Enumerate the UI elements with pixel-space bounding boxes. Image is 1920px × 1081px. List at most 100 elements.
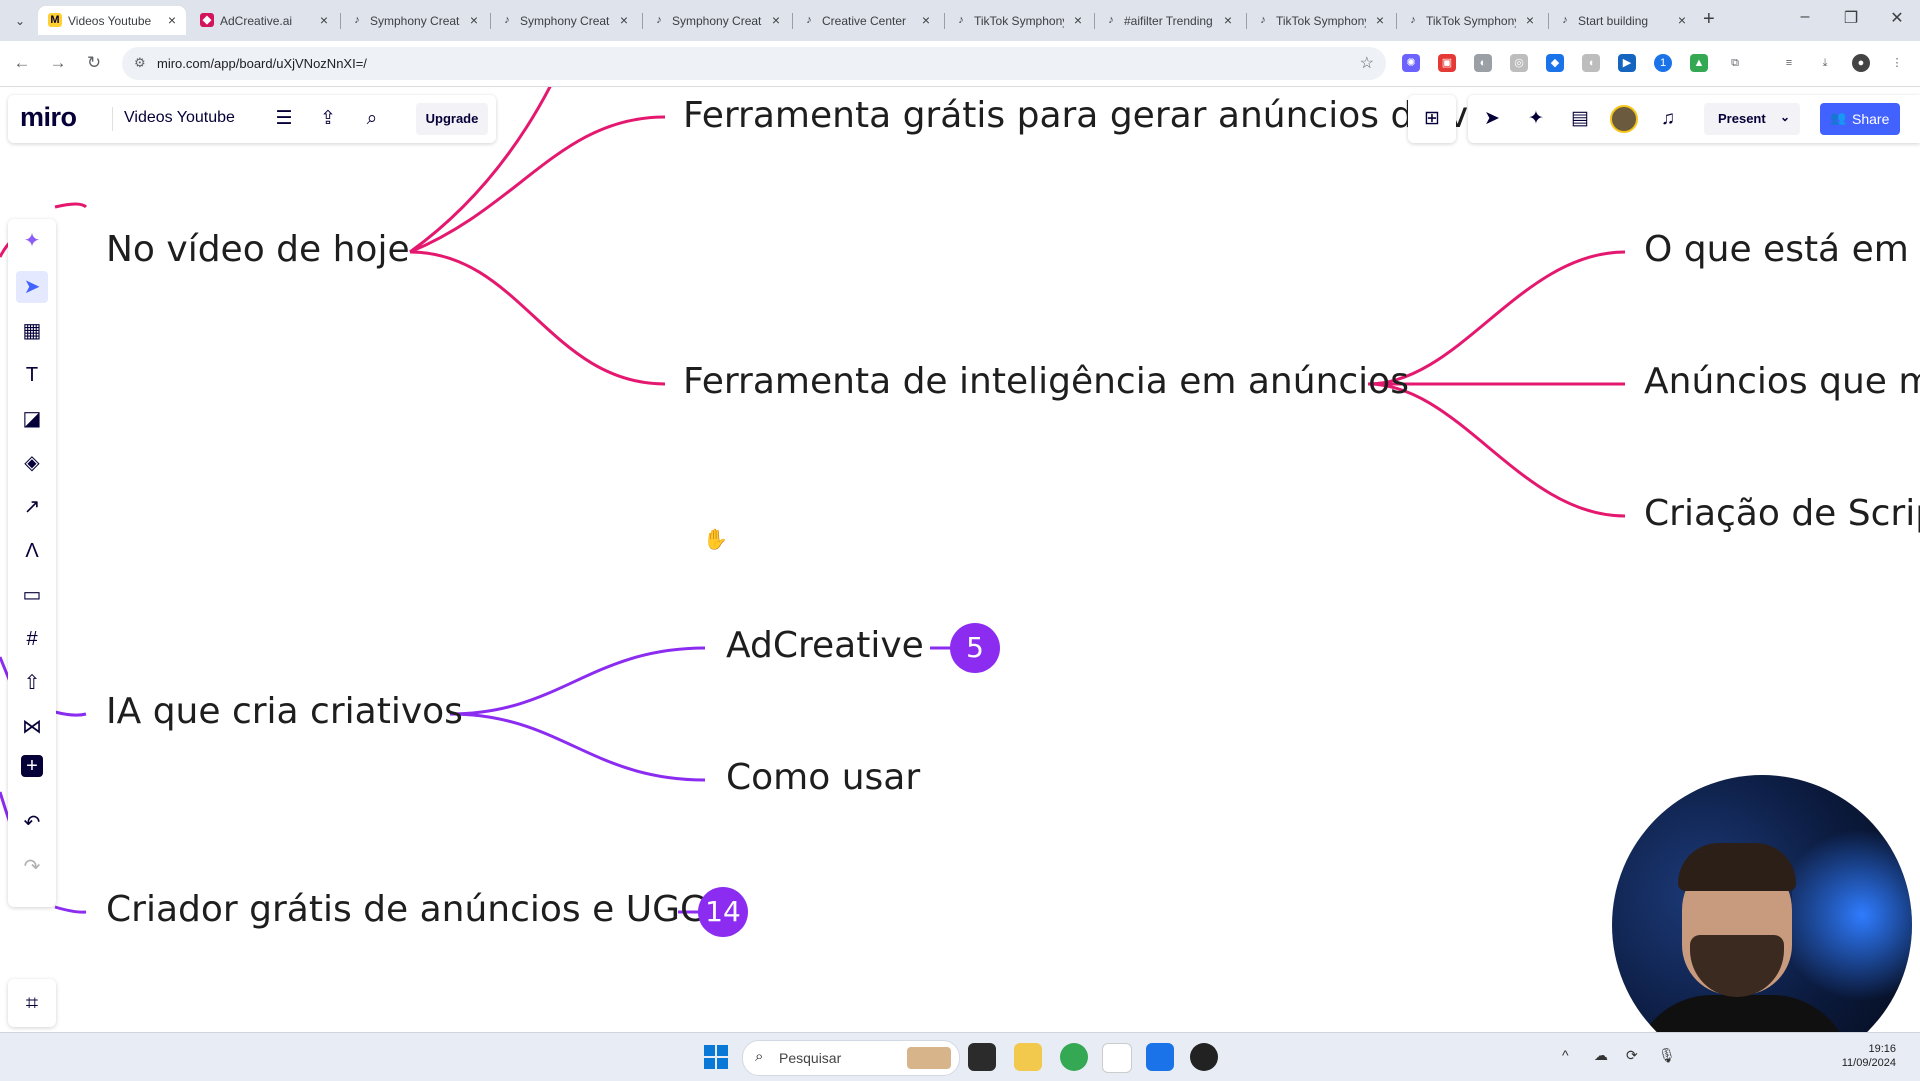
windows-start-icon[interactable] <box>704 1045 728 1069</box>
browser-tab[interactable]: ♪ Symphony Creative × <box>490 6 638 35</box>
mind-map-node[interactable]: Como usar <box>726 757 920 798</box>
count-badge[interactable]: 14 <box>698 887 748 937</box>
export-icon[interactable]: ⇪ <box>316 107 340 131</box>
browser-tab[interactable]: ♪ TikTok Symphony × <box>1246 6 1394 35</box>
browser-tab[interactable]: ♪ TikTok Symphony × <box>1396 6 1544 35</box>
onedrive-icon[interactable]: ☁ <box>1594 1047 1608 1064</box>
miro-logo[interactable]: miro <box>20 102 77 133</box>
bookmark-star-icon[interactable]: ☆ <box>1360 53 1374 73</box>
close-tab-icon[interactable]: × <box>1526 12 1534 28</box>
pen-icon[interactable]: Λ <box>16 535 48 567</box>
main-menu-icon[interactable]: ☰ <box>272 107 296 131</box>
close-tab-icon[interactable]: × <box>1074 12 1082 28</box>
close-tab-icon[interactable]: × <box>1376 12 1384 28</box>
present-button[interactable]: Present ⌄ <box>1704 103 1800 135</box>
clickup-icon[interactable] <box>1102 1043 1132 1073</box>
redo-icon[interactable]: ↷ <box>16 851 48 883</box>
restore-icon[interactable]: ❐ <box>1836 8 1866 28</box>
reactions-icon[interactable]: ➤ <box>1480 107 1504 131</box>
url-text[interactable]: miro.com/app/board/uXjVNozNnXI=/ <box>157 56 367 71</box>
notifications-bell-icon[interactable]: ♫ <box>1656 107 1680 131</box>
close-tab-icon[interactable]: × <box>922 12 930 28</box>
mind-map-icon[interactable]: ⋈ <box>16 711 48 743</box>
mind-map-node[interactable]: AdCreative <box>726 625 924 666</box>
extension-icon[interactable]: ▣ <box>1438 54 1456 72</box>
mind-map-node[interactable]: No vídeo de hoje <box>106 229 410 270</box>
media-control-icon[interactable]: ≡ <box>1780 54 1798 72</box>
browser-tab[interactable]: ♪ Symphony Creative × <box>642 6 790 35</box>
taskbar-clock[interactable]: 19:16 11/09/2024 <box>1832 1042 1896 1070</box>
more-tools-plus-icon[interactable]: + <box>21 755 43 777</box>
close-tab-icon[interactable]: × <box>620 12 628 28</box>
extension-icon[interactable]: ◖ <box>1582 54 1600 72</box>
mind-map-node[interactable]: Ferramenta de inteligência em anúncios <box>683 361 1409 402</box>
mind-map-node[interactable]: Anúncios que mais performam <box>1644 361 1920 402</box>
upload-icon[interactable]: ⇧ <box>16 667 48 699</box>
browser-tab[interactable]: M Videos Youtube × <box>38 6 186 35</box>
templates-icon[interactable]: ▦ <box>16 315 48 347</box>
search-icon[interactable]: ⌕ <box>360 107 384 131</box>
download-icon[interactable]: ⤓ <box>1816 54 1834 72</box>
mind-map-node[interactable]: Criação de Scripts <box>1644 493 1920 534</box>
undo-icon[interactable]: ↶ <box>16 807 48 839</box>
minimize-icon[interactable]: – <box>1790 8 1820 26</box>
extension-icon[interactable]: ◎ <box>1510 54 1528 72</box>
taskbar-search[interactable]: ⌕ Pesquisar <box>742 1040 960 1076</box>
notepad-icon[interactable] <box>1146 1043 1174 1071</box>
close-tab-icon[interactable]: × <box>1224 12 1232 28</box>
chrome-icon[interactable] <box>1060 1043 1088 1071</box>
sticky-note-icon[interactable]: ◪ <box>16 403 48 435</box>
chevron-down-icon[interactable]: ⌄ <box>1780 110 1790 124</box>
ai-sparkle-icon[interactable]: ✦ <box>16 225 48 257</box>
shapes-icon[interactable]: ◈ <box>16 447 48 479</box>
frames-panel-icon[interactable]: ⌗ <box>8 979 56 1027</box>
close-tab-icon[interactable]: × <box>168 12 176 28</box>
extension-icon[interactable]: ✺ <box>1402 54 1420 72</box>
browser-tab[interactable]: ♪ Creative Center × <box>792 6 940 35</box>
browser-tab[interactable]: ♪ Symphony Creative × <box>340 6 488 35</box>
mind-map-node[interactable]: IA que cria criativos <box>106 691 463 732</box>
mind-map-node[interactable]: Criador grátis de anúncios e UGC <box>106 889 705 930</box>
new-tab-icon[interactable]: + <box>1703 8 1715 31</box>
task-view-icon[interactable] <box>968 1043 996 1071</box>
tray-chevron-icon[interactable]: ^ <box>1562 1047 1569 1063</box>
text-tool-icon[interactable]: T <box>16 359 48 391</box>
upgrade-button[interactable]: Upgrade <box>416 103 488 135</box>
comment-icon[interactable]: ▭ <box>16 579 48 611</box>
board-name[interactable]: Videos Youtube <box>124 109 235 127</box>
mind-map-node[interactable]: O que está em alta <box>1644 229 1920 270</box>
browser-tab[interactable]: ♪ #aifilter Trending × <box>1094 6 1242 35</box>
close-window-icon[interactable]: ✕ <box>1882 8 1912 28</box>
extension-icon[interactable]: ▶ <box>1618 54 1636 72</box>
extension-icon[interactable]: ◐ <box>1474 54 1492 72</box>
close-tab-icon[interactable]: × <box>320 12 328 28</box>
frame-icon[interactable]: # <box>16 623 48 655</box>
close-tab-icon[interactable]: × <box>1678 12 1686 28</box>
select-tool-icon[interactable]: ➤ <box>16 271 48 303</box>
extensions-puzzle-icon[interactable]: ⧉ <box>1726 54 1744 72</box>
close-tab-icon[interactable]: × <box>772 12 780 28</box>
profile-avatar[interactable]: ● <box>1852 54 1870 72</box>
reload-icon[interactable]: ↻ <box>82 53 106 73</box>
share-button[interactable]: 👥 Share <box>1820 103 1900 135</box>
back-icon[interactable]: ← <box>10 53 34 73</box>
tab-search-chevron-icon[interactable]: ⌄ <box>8 9 32 33</box>
browser-tab[interactable]: ♪ TikTok Symphony × <box>944 6 1092 35</box>
close-tab-icon[interactable]: × <box>470 12 478 28</box>
connector-line-icon[interactable]: ↗ <box>16 491 48 523</box>
count-badge[interactable]: 5 <box>950 623 1000 673</box>
extension-icon[interactable]: ◆ <box>1546 54 1564 72</box>
sync-icon[interactable]: ⟳ <box>1626 1047 1638 1064</box>
browser-tab[interactable]: ◆ AdCreative.ai × <box>190 6 338 35</box>
microphone-icon[interactable]: 🎙 <box>1658 1047 1676 1064</box>
extension-icon[interactable]: ▲ <box>1690 54 1708 72</box>
forward-icon[interactable]: → <box>46 53 70 73</box>
extension-icon[interactable]: 1 <box>1654 54 1672 72</box>
apps-grid-icon[interactable]: ⊞ <box>1420 107 1444 131</box>
miro-board-canvas[interactable]: Ferramenta grátis para gerar anúncios de… <box>0 87 1920 1032</box>
collaborator-avatar[interactable] <box>1610 105 1638 133</box>
browser-tab[interactable]: ♪ Start building × <box>1548 6 1696 35</box>
recorder-icon[interactable] <box>1190 1043 1218 1071</box>
browser-menu-icon[interactable]: ⋮ <box>1888 54 1906 72</box>
site-info-icon[interactable]: ⚙ <box>134 55 146 71</box>
